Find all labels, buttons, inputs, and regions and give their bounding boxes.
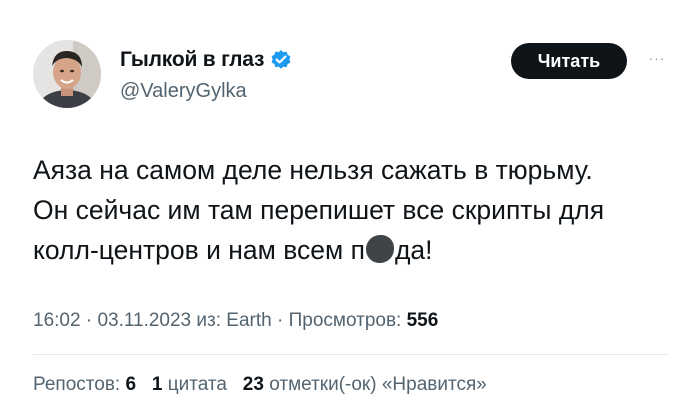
- reposts-count: 6: [125, 374, 137, 395]
- author-handle[interactable]: @ValeryGylka: [120, 80, 247, 103]
- tweet-text-fragment: да!: [394, 235, 433, 265]
- tweet-text: Аяза на самом деле нельзя сажать в тюрьм…: [33, 150, 673, 270]
- likes-count: 23: [242, 374, 264, 395]
- tweet-time[interactable]: 16:02: [33, 310, 81, 331]
- tweet-meta: 16:02 · 03.11.2023 из: Earth · Просмотро…: [33, 310, 438, 332]
- reposts-label: Репостов:: [33, 374, 126, 395]
- divider: [33, 354, 669, 355]
- more-options-icon[interactable]: ···: [642, 50, 672, 70]
- meta-separator: ·: [271, 310, 289, 331]
- source-prefix: из:: [191, 310, 227, 331]
- quotes-count: 1: [151, 374, 163, 395]
- verified-badge-icon: [270, 49, 292, 71]
- tweet-text-line: Он сейчас им там перепишет все скрипты д…: [33, 195, 605, 225]
- author-name-row: Гылкой в глаз: [120, 48, 292, 72]
- likes-label: отметки(-ок) «Нравится»: [269, 374, 487, 395]
- avatar[interactable]: [33, 40, 101, 108]
- tweet-text-fragment: колл-центров и нам всем п: [33, 235, 365, 265]
- person-photo-icon: [33, 40, 101, 108]
- likes-stat[interactable]: 23 отметки(-ок) «Нравится»: [243, 374, 487, 395]
- reposts-stat[interactable]: Репостов: 6: [33, 374, 136, 395]
- tweet-text-line: Аяза на самом деле нельзя сажать в тюрьм…: [33, 155, 593, 185]
- quotes-stat[interactable]: 1 цитата: [152, 374, 227, 395]
- views-label: Просмотров:: [288, 310, 407, 331]
- author-display-name[interactable]: Гылкой в глаз: [120, 48, 264, 72]
- censor-blot-icon: [365, 235, 394, 263]
- quotes-label: цитата: [167, 374, 227, 395]
- follow-button[interactable]: Читать: [511, 43, 627, 79]
- meta-separator: ·: [80, 310, 98, 331]
- tweet-date[interactable]: 03.11.2023: [97, 310, 191, 331]
- tweet-card: Гылкой в глаз @ValeryGylka Читать ··· Ая…: [0, 0, 700, 420]
- views-count: 556: [406, 310, 439, 331]
- engagement-stats: Репостов: 6 1 цитата 23 отметки(-ок) «Нр…: [33, 374, 487, 396]
- tweet-source: Earth: [226, 310, 272, 331]
- tweet-text-line: колл-центров и нам всем п да!: [33, 230, 673, 270]
